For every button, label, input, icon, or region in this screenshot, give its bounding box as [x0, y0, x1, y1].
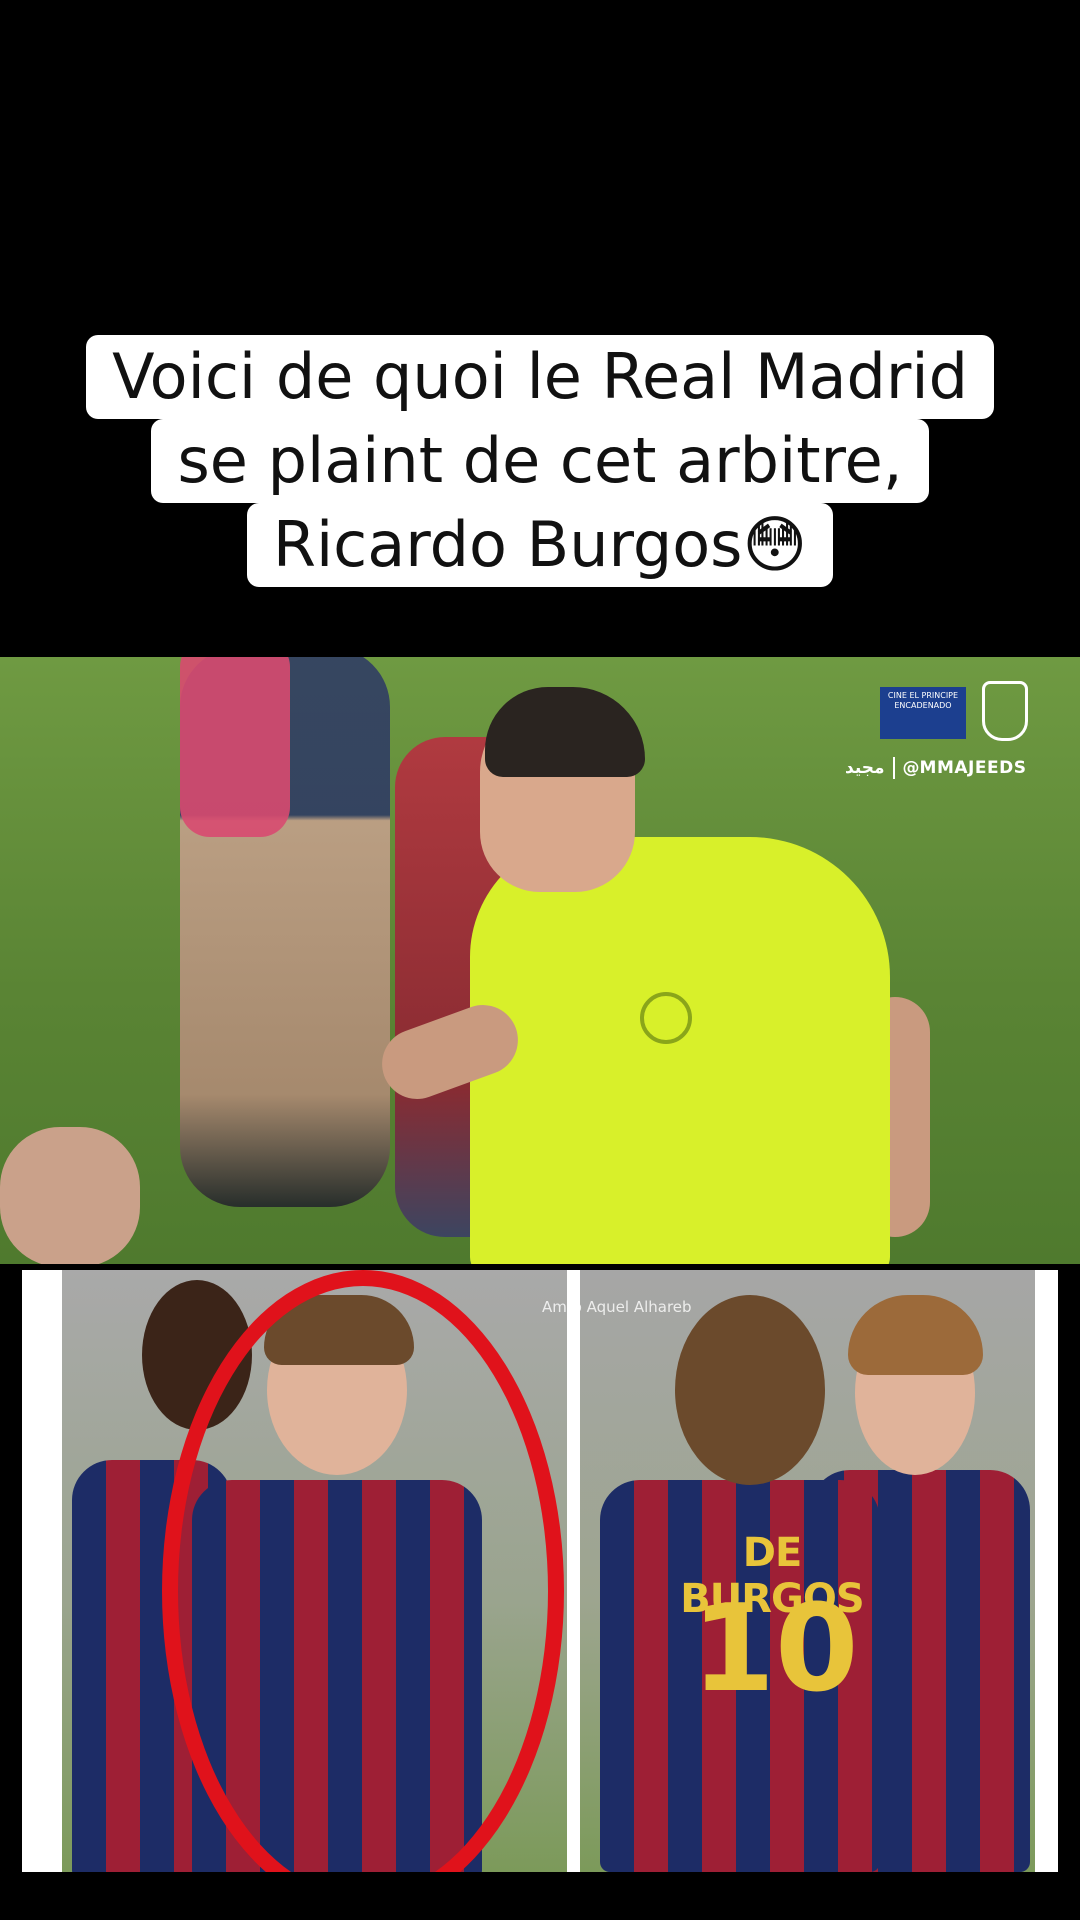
- referee-video-frame: CINE EL PRINCIPE ENCADENADO مجيد @MMAJEED…: [0, 657, 1080, 1264]
- club-crest-icon: [982, 681, 1028, 741]
- kid-back-head: [675, 1295, 825, 1485]
- caption-line-1: Voici de quoi le Real Madrid: [86, 335, 994, 419]
- player-leg: [0, 1127, 140, 1264]
- kid-right-hair: [848, 1295, 983, 1375]
- referee-shirt: [470, 837, 890, 1264]
- watermark: Amro Aquel Alhareb: [542, 1298, 692, 1316]
- red-circle-highlight: [162, 1270, 564, 1872]
- caption-line-3: Ricardo Burgos😳: [246, 503, 834, 587]
- handle-separator: [892, 757, 895, 779]
- referee-badge-icon: [640, 992, 692, 1044]
- kids-collage: DE BURGOS 10 Amro Aquel Alhareb: [22, 1270, 1058, 1872]
- player-left-shirt: [180, 657, 290, 837]
- channel-handle: مجيد @MMAJEEDS: [845, 757, 1026, 779]
- collage-left-panel: [62, 1270, 567, 1872]
- handle-text: @MMAJEEDS: [902, 758, 1027, 778]
- arabic-mark: مجيد: [845, 758, 885, 778]
- caption-line-2: se plaint de cet arbitre,: [151, 419, 929, 503]
- broadcast-logo: CINE EL PRINCIPE ENCADENADO: [880, 687, 966, 739]
- collage-right-panel: DE BURGOS 10: [580, 1270, 1035, 1872]
- jersey-number: 10: [691, 1580, 859, 1719]
- caption-overlay: Voici de quoi le Real Madrid se plaint d…: [0, 335, 1080, 587]
